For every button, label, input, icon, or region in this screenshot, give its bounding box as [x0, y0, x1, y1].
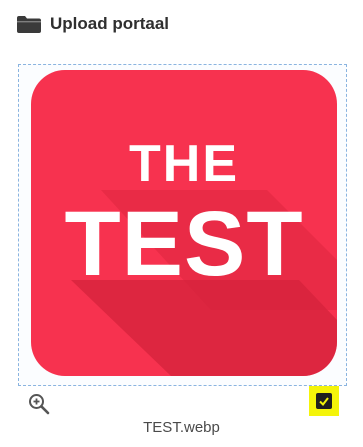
- thumbnail-text-test: TEST: [64, 193, 304, 295]
- file-preview[interactable]: THE TEST: [18, 64, 347, 386]
- folder-icon: [17, 15, 41, 33]
- thumbnail-text-the: THE: [129, 135, 239, 193]
- magnifier-plus-icon: [29, 394, 50, 415]
- page-title: Upload portaal: [50, 14, 170, 33]
- zoom-button[interactable]: [28, 393, 50, 415]
- image-thumbnail: THE TEST: [31, 70, 337, 376]
- file-name: TEST.webp: [143, 419, 220, 436]
- select-file-button[interactable]: [309, 386, 339, 416]
- checkmark-icon: [319, 397, 329, 407]
- upload-portal-header: Upload portaal: [17, 12, 169, 36]
- checkbox-checked-icon: [316, 393, 332, 409]
